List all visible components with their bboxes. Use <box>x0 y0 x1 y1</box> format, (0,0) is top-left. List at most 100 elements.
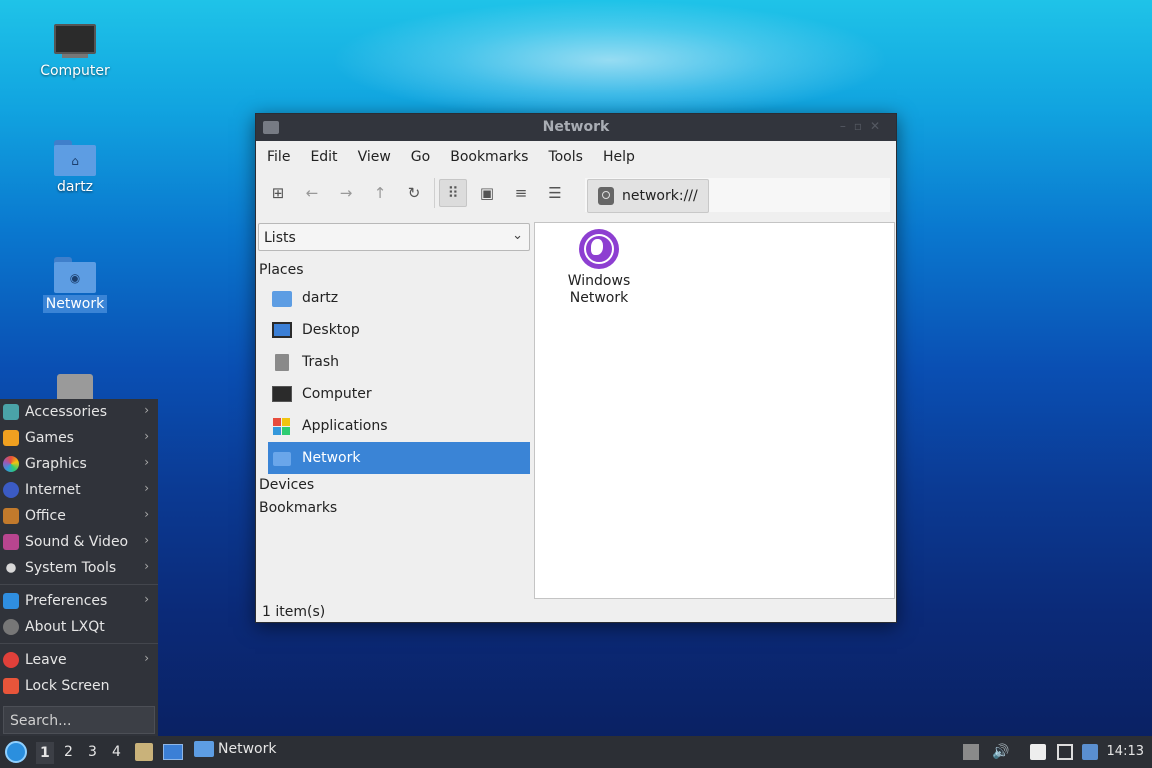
menu-separator <box>0 584 158 585</box>
chevron-right-icon: › <box>144 651 149 665</box>
network-icon <box>272 449 292 467</box>
menubar: File Edit View Go Bookmarks Tools Help <box>256 141 896 173</box>
new-tab-button[interactable]: ⊞ <box>264 179 292 207</box>
menu-item-lock-screen[interactable]: Lock Screen <box>0 673 158 699</box>
menu-item-accessories[interactable]: Accessories › <box>0 399 158 425</box>
desktop-icon-label: Computer <box>40 63 110 79</box>
back-button[interactable]: ← <box>298 179 326 207</box>
internet-icon <box>3 482 19 498</box>
window-controls[interactable]: –▫✕ <box>840 119 888 133</box>
menu-item-label: Games <box>25 430 74 446</box>
path-bar: network:/// <box>585 178 890 213</box>
tray-arrow-icon[interactable] <box>963 744 979 760</box>
titlebar: Network –▫✕ <box>256 114 896 141</box>
home-folder-icon: ⌂ <box>54 140 96 176</box>
clipboard-icon[interactable] <box>1030 744 1046 760</box>
file-item-label-line1: Windows <box>567 273 631 289</box>
applications-icon <box>272 417 292 435</box>
menu-item-label: Internet <box>25 482 81 498</box>
menu-item-preferences[interactable]: Preferences › <box>0 588 158 614</box>
preferences-icon <box>3 593 19 609</box>
chevron-down-icon: ⌄ <box>512 228 523 243</box>
file-manager-launcher-icon[interactable] <box>135 743 153 761</box>
menu-item-system-tools[interactable]: System Tools › <box>0 555 158 581</box>
file-item-windows-network[interactable]: Windows Network <box>555 229 643 307</box>
start-menu: Accessories › Games › Graphics › Internet › … <box>0 399 158 736</box>
bookmarks-header[interactable]: Bookmarks <box>259 500 337 516</box>
menu-file[interactable]: File <box>260 149 297 165</box>
desktop-icon-computer[interactable]: Computer <box>25 24 125 80</box>
menu-item-label: Lock Screen <box>25 678 110 694</box>
volume-icon[interactable]: 🔊 <box>992 744 1009 760</box>
place-item-network[interactable]: Network <box>268 442 530 474</box>
menu-search-input[interactable]: Search... <box>3 706 155 734</box>
games-icon <box>3 430 19 446</box>
menu-help[interactable]: Help <box>596 149 642 165</box>
menu-item-graphics[interactable]: Graphics › <box>0 451 158 477</box>
side-pane-mode-select[interactable]: Lists ⌄ <box>258 223 530 251</box>
forward-button[interactable]: → <box>332 179 360 207</box>
workspace-3[interactable]: 3 <box>88 744 97 760</box>
menu-view[interactable]: View <box>351 149 398 165</box>
devices-header[interactable]: Devices <box>259 477 314 493</box>
menu-edit[interactable]: Edit <box>303 149 344 165</box>
menu-item-leave[interactable]: Leave › <box>0 647 158 673</box>
menu-item-internet[interactable]: Internet › <box>0 477 158 503</box>
desktop-icon-network[interactable]: ◉ Network <box>25 257 125 313</box>
desktop-icon-label: dartz <box>56 179 94 195</box>
workspace-2[interactable]: 2 <box>64 744 73 760</box>
lxqt-menu-icon[interactable] <box>5 741 27 763</box>
update-notifier-icon[interactable] <box>1082 744 1098 760</box>
taskbar: 1 2 3 4 Network 🔊 14:13 <box>0 736 1152 768</box>
desktop-icon-label: Network <box>42 295 108 313</box>
network-tray-icon[interactable] <box>1057 744 1073 760</box>
place-item-trash[interactable]: Trash <box>268 346 530 378</box>
workspace-1[interactable]: 1 <box>36 742 54 764</box>
file-view[interactable]: Windows Network <box>534 222 895 599</box>
accessories-icon <box>3 404 19 420</box>
path-button-network[interactable]: network:/// <box>587 179 709 213</box>
menu-item-sound-video[interactable]: Sound & Video › <box>0 529 158 555</box>
thumbnail-view-button[interactable]: ▣ <box>473 179 501 207</box>
icon-view-button[interactable]: ⠿ <box>439 179 467 207</box>
multimedia-icon <box>3 534 19 550</box>
place-item-home[interactable]: dartz <box>268 282 530 314</box>
menu-item-office[interactable]: Office › <box>0 503 158 529</box>
menu-item-label: Graphics <box>25 456 87 472</box>
detailed-list-view-button[interactable]: ☰ <box>541 179 569 207</box>
side-pane-mode-value: Lists <box>264 230 296 246</box>
compact-view-button[interactable]: ≡ <box>507 179 535 207</box>
reload-button[interactable]: ↻ <box>400 179 428 207</box>
trash-desktop-icon[interactable] <box>57 374 93 399</box>
place-item-computer[interactable]: Computer <box>268 378 530 410</box>
menu-item-label: Preferences <box>25 593 108 609</box>
desktop-icon <box>272 321 292 339</box>
trash-icon <box>272 353 292 371</box>
chevron-right-icon: › <box>144 533 149 547</box>
chevron-right-icon: › <box>144 455 149 469</box>
menu-item-about[interactable]: About LXQt <box>0 614 158 640</box>
show-desktop-icon[interactable] <box>163 744 183 760</box>
clock[interactable]: 14:13 <box>1107 744 1144 759</box>
workspace-4[interactable]: 4 <box>112 744 121 760</box>
menu-item-label: Office <box>25 508 66 524</box>
place-item-applications[interactable]: Applications <box>268 410 530 442</box>
menu-item-label: Sound & Video <box>25 534 129 550</box>
globe-icon <box>579 229 619 269</box>
menu-tools[interactable]: Tools <box>541 149 590 165</box>
menu-item-games[interactable]: Games › <box>0 425 158 451</box>
chevron-right-icon: › <box>144 559 149 573</box>
task-button-network[interactable]: Network <box>194 741 276 757</box>
places-header[interactable]: Places <box>259 262 304 278</box>
chevron-right-icon: › <box>144 592 149 606</box>
up-button[interactable]: ↑ <box>366 179 394 207</box>
menu-item-label: Accessories <box>25 404 108 420</box>
place-label: Trash <box>302 354 339 370</box>
toolbar-separator <box>434 178 435 208</box>
menu-item-label: About LXQt <box>25 619 105 635</box>
menu-go[interactable]: Go <box>404 149 437 165</box>
place-item-desktop[interactable]: Desktop <box>268 314 530 346</box>
task-label: Network <box>218 741 277 757</box>
menu-bookmarks[interactable]: Bookmarks <box>443 149 535 165</box>
desktop-icon-home[interactable]: ⌂ dartz <box>25 140 125 196</box>
